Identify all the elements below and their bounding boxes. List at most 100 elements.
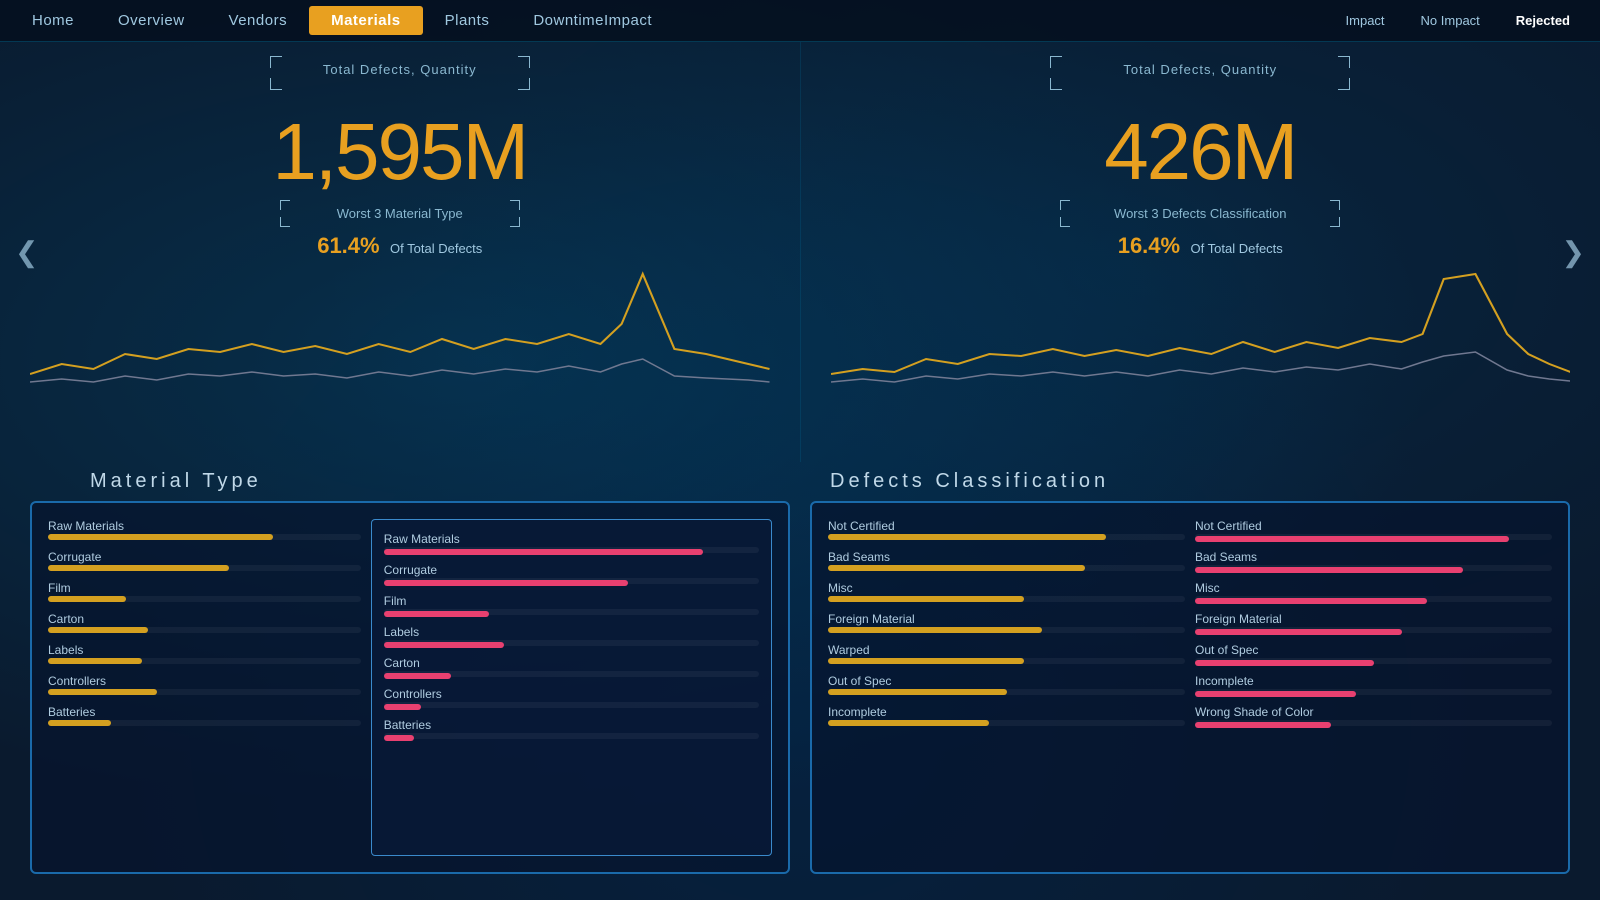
right-percent-line: 16.4% Of Total Defects — [831, 233, 1571, 259]
left-inner-column: Raw MaterialsCorrugateFilmLabelsCartonCo… — [384, 532, 759, 745]
list-item: Raw Materials — [384, 532, 759, 553]
bar-fill-yellow — [48, 658, 142, 664]
list-item: Corrugate — [48, 550, 361, 571]
left-percent-label: Of Total Defects — [390, 241, 482, 256]
bar-fill-pink — [1195, 567, 1463, 573]
bar-label: Wrong Shade of Color — [1195, 705, 1552, 719]
bar-fill-pink — [384, 549, 703, 555]
left-bracket-top: Total Defects, Quantity — [270, 56, 530, 90]
bar-fill-pink — [1195, 660, 1374, 666]
bar-label: Film — [384, 594, 759, 608]
bar-fill-yellow — [48, 596, 126, 602]
bar-track — [48, 720, 361, 726]
right-sub-label: Worst 3 Defects Classification — [1060, 200, 1340, 227]
bar-track — [828, 534, 1185, 540]
nav-home[interactable]: Home — [10, 6, 96, 35]
bar-track — [828, 565, 1185, 571]
next-arrow[interactable]: ❯ — [1552, 226, 1595, 279]
bar-fill-pink — [384, 673, 452, 679]
bar-label: Labels — [384, 625, 759, 639]
main-content: ❮ Total Defects, Quantity 1,595M Worst 3… — [0, 42, 1600, 894]
right-sub-bracket: Worst 3 Defects Classification — [1060, 200, 1340, 227]
bar-label: Foreign Material — [828, 612, 1185, 626]
bar-fill-pink — [384, 611, 489, 617]
list-item: Out of Spec — [828, 674, 1185, 695]
bar-label: Corrugate — [48, 550, 361, 564]
bar-label: Labels — [48, 643, 361, 657]
bar-label: Incomplete — [1195, 674, 1552, 688]
bar-track — [1195, 596, 1552, 602]
bar-track — [48, 596, 361, 602]
right-bracket-top: Total Defects, Quantity — [1050, 56, 1350, 90]
bar-fill-pink — [1195, 598, 1427, 604]
bar-fill-yellow — [828, 534, 1106, 540]
bar-track — [828, 689, 1185, 695]
list-item: Controllers — [384, 687, 759, 708]
bar-label: Foreign Material — [1195, 612, 1552, 626]
bar-label: Out of Spec — [1195, 643, 1552, 657]
list-item: Batteries — [48, 705, 361, 726]
bar-track — [1195, 627, 1552, 633]
bar-fill-pink — [1195, 722, 1331, 728]
bar-label: Out of Spec — [828, 674, 1185, 688]
list-item: Incomplete — [828, 705, 1185, 726]
bar-fill-yellow — [828, 627, 1042, 633]
bar-track — [828, 720, 1185, 726]
list-item: Misc — [1195, 581, 1552, 602]
bar-fill-yellow — [828, 565, 1085, 571]
bar-track — [384, 733, 759, 739]
list-item: Not Certified — [1195, 519, 1552, 540]
bar-label: Incomplete — [828, 705, 1185, 719]
filter-no-impact[interactable]: No Impact — [1411, 10, 1490, 31]
bar-label: Controllers — [384, 687, 759, 701]
bar-track — [384, 702, 759, 708]
bar-label: Bad Seams — [1195, 550, 1552, 564]
bar-track — [384, 578, 759, 584]
filter-bar: Impact No Impact Rejected — [1336, 10, 1580, 31]
list-item: Film — [384, 594, 759, 615]
bar-fill-pink — [384, 580, 628, 586]
bar-track — [48, 565, 361, 571]
nav-materials[interactable]: Materials — [309, 6, 423, 35]
nav-plants[interactable]: Plants — [423, 6, 512, 35]
bar-label: Misc — [828, 581, 1185, 595]
filter-rejected[interactable]: Rejected — [1506, 10, 1580, 31]
bar-fill-yellow — [828, 596, 1024, 602]
left-percent-value: 61.4% — [317, 233, 379, 258]
bar-fill-yellow — [48, 534, 273, 540]
nav-downtime-impact[interactable]: DowntimeImpact — [511, 6, 674, 35]
list-item: Foreign Material — [828, 612, 1185, 633]
bar-label: Warped — [828, 643, 1185, 657]
prev-arrow[interactable]: ❮ — [5, 226, 48, 279]
section-labels: Material Type Defects Classification — [0, 462, 1600, 501]
right-left-column: Not Certified Bad Seams Misc Foreign Materi… — [828, 519, 1185, 856]
bar-fill-yellow — [48, 689, 157, 695]
bar-label: Film — [48, 581, 361, 595]
bar-track — [1195, 720, 1552, 726]
right-data-panel: Not Certified Bad Seams Misc Foreign Materi… — [810, 501, 1570, 874]
bar-fill-yellow — [48, 565, 229, 571]
bar-fill-yellow — [828, 658, 1024, 664]
right-right-column: Not Certified Bad Seams Misc Foreign Materi… — [1195, 519, 1552, 856]
bar-label: Carton — [384, 656, 759, 670]
list-item: Labels — [384, 625, 759, 646]
left-sub-label: Worst 3 Material Type — [280, 200, 520, 227]
right-percent-label: Of Total Defects — [1191, 241, 1283, 256]
list-item: Wrong Shade of Color — [1195, 705, 1552, 726]
bar-fill-pink — [384, 735, 414, 741]
filter-impact[interactable]: Impact — [1336, 10, 1395, 31]
bar-label: Not Certified — [828, 519, 1185, 533]
list-item: Warped — [828, 643, 1185, 664]
bar-label: Bad Seams — [828, 550, 1185, 564]
nav-overview[interactable]: Overview — [96, 6, 207, 35]
bar-track — [48, 689, 361, 695]
bar-fill-pink — [1195, 536, 1509, 542]
bar-track — [1195, 534, 1552, 540]
list-item: Bad Seams — [828, 550, 1185, 571]
bar-fill-yellow — [828, 689, 1007, 695]
bar-label: Not Certified — [1195, 519, 1552, 533]
left-percent-line: 61.4% Of Total Defects — [30, 233, 770, 259]
nav-vendors[interactable]: Vendors — [207, 6, 310, 35]
right-percent-value: 16.4% — [1118, 233, 1180, 258]
bottom-section: Raw Materials Corrugate Film Carton Labels Co… — [0, 501, 1600, 894]
